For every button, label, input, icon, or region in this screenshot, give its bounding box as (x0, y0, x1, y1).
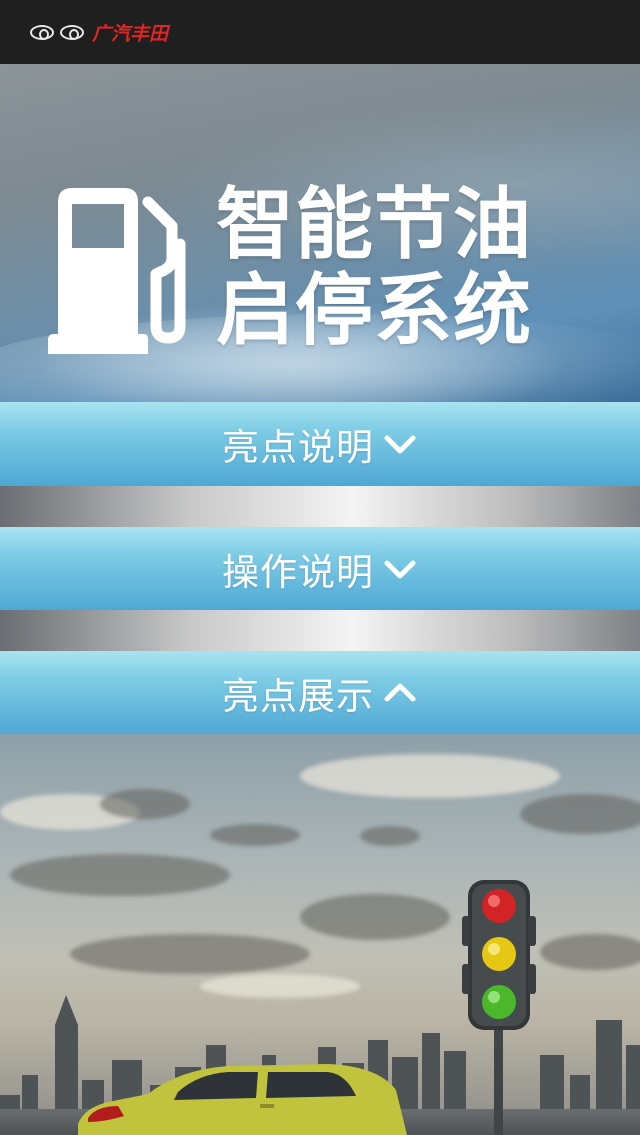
traffic-light-icon (462, 880, 536, 1135)
fuel-pump-icon (48, 188, 186, 354)
cloud (520, 794, 640, 834)
section-highlights-label: 亮点说明 (222, 426, 374, 469)
hero-title: 智能节油 启停系统 (216, 182, 532, 354)
cloud (300, 754, 560, 798)
car-illustration (78, 1064, 408, 1135)
cloud (100, 789, 190, 819)
gac-emblem-icon (30, 24, 54, 40)
cloud (210, 824, 300, 846)
divider-strip (0, 486, 640, 528)
chevron-down-icon (384, 435, 416, 454)
top-bar: 广汽丰田 (0, 0, 640, 64)
cloud (70, 934, 310, 974)
section-operation-label: 操作说明 (222, 551, 374, 594)
cloud (360, 826, 420, 846)
cloud (10, 854, 230, 896)
brand-logo[interactable]: 广汽丰田 (30, 19, 168, 46)
showcase-image (0, 734, 640, 1135)
chevron-down-icon (384, 560, 416, 579)
cloud (540, 934, 640, 970)
section-showcase-toggle[interactable]: 亮点展示 (0, 651, 640, 735)
hero-banner: 智能节油 启停系统 (0, 64, 640, 434)
cloud (300, 894, 450, 940)
chevron-up-icon (384, 683, 416, 702)
section-operation-toggle[interactable]: 操作说明 (0, 527, 640, 611)
page: 广汽丰田 智能节油 启停系统 亮点说明 操作说明 亮点展示 (0, 0, 640, 1135)
brand-name: 广汽丰田 (92, 22, 169, 45)
toyota-emblem-icon (60, 24, 84, 40)
divider-strip (0, 610, 640, 652)
section-showcase-label: 亮点展示 (222, 675, 374, 718)
hero-title-line-1: 智能节油 (216, 180, 533, 270)
hero-title-line-2: 启停系统 (216, 266, 533, 356)
section-highlights-toggle[interactable]: 亮点说明 (0, 402, 640, 486)
